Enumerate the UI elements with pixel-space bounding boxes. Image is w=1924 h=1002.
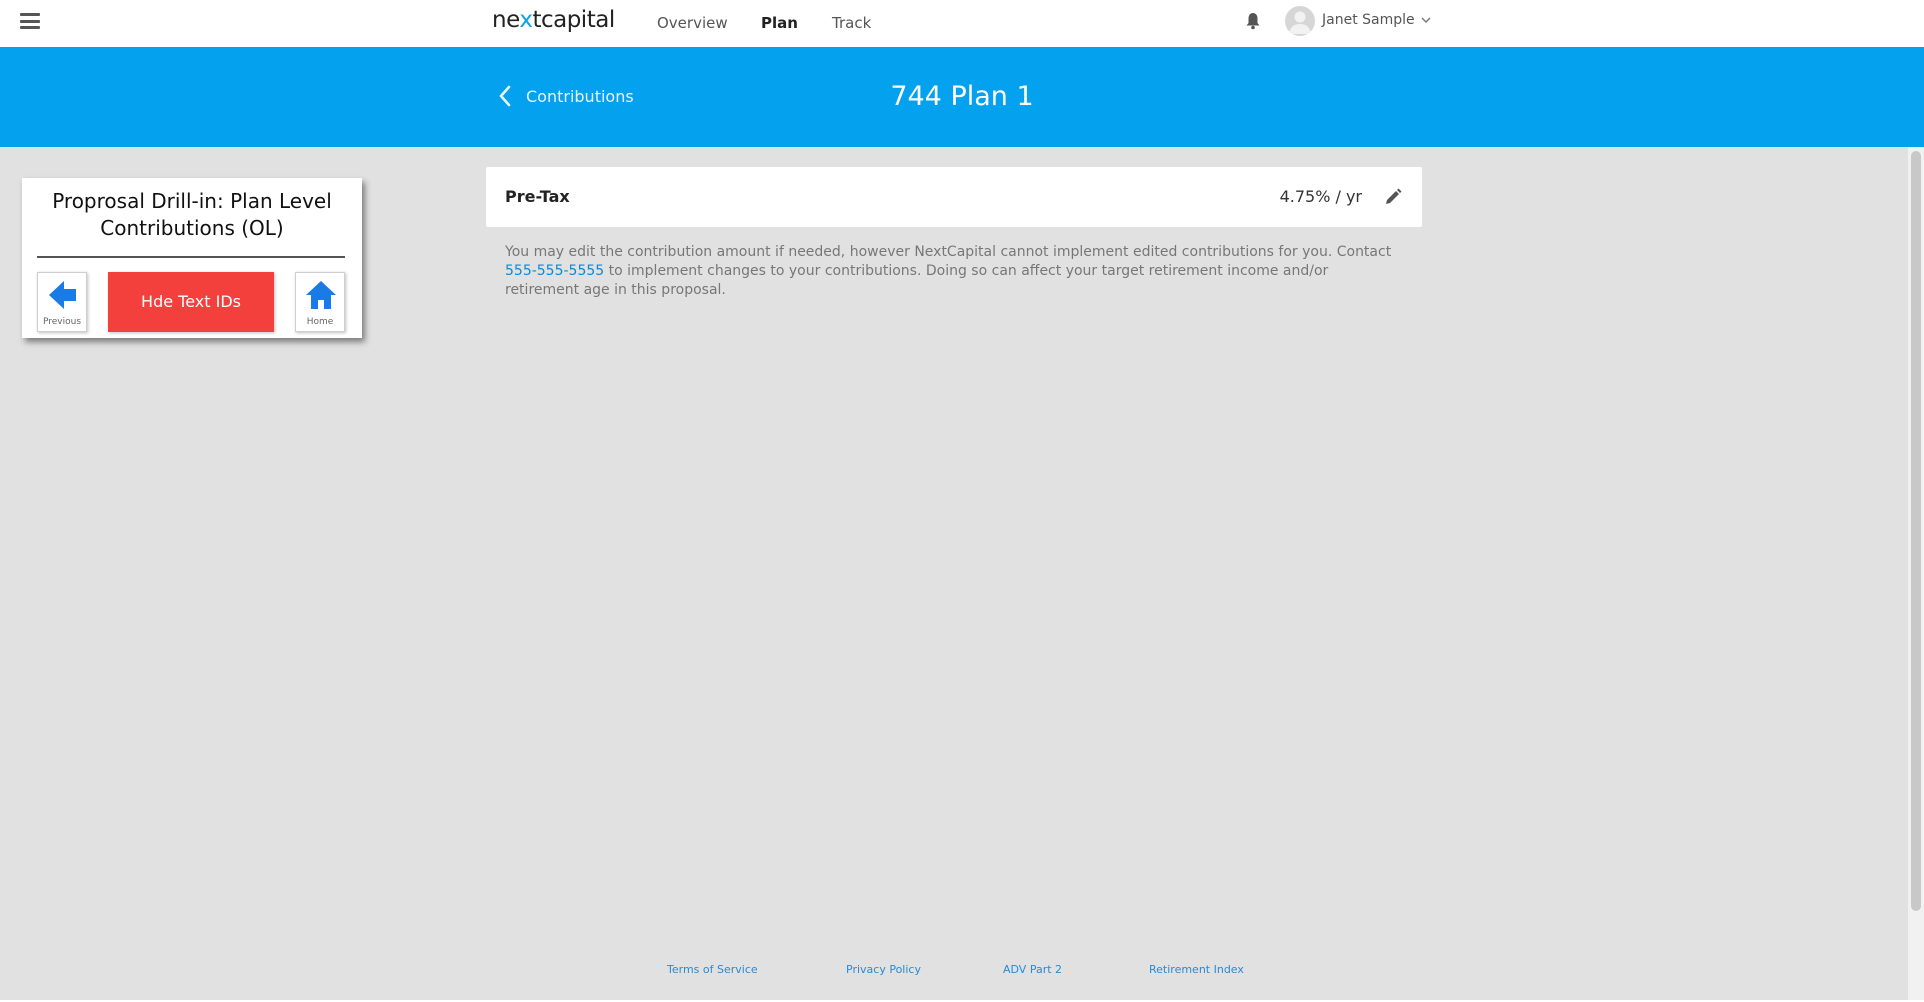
overlay-divider bbox=[37, 256, 345, 258]
disclaimer-text-before: You may edit the contribution amount if … bbox=[505, 244, 1392, 260]
footer-terms-link[interactable]: Terms of Service bbox=[667, 963, 758, 976]
footer-adv-link[interactable]: ADV Part 2 bbox=[1003, 963, 1062, 976]
previous-button-label: Previous bbox=[42, 317, 82, 327]
user-name[interactable]: Janet Sample bbox=[1322, 12, 1415, 28]
scrollbar-thumb[interactable] bbox=[1911, 151, 1921, 911]
home-button-label: Home bbox=[306, 317, 334, 327]
phone-link[interactable]: 555-555-5555 bbox=[505, 263, 604, 279]
home-button[interactable]: Home bbox=[295, 272, 345, 332]
page-header: Contributions 744 Plan 1 bbox=[0, 47, 1924, 147]
footer-privacy-link[interactable]: Privacy Policy bbox=[846, 963, 921, 976]
disclaimer-text-after: to implement changes to your contributio… bbox=[505, 263, 1329, 298]
text-id-overlay-panel: Proprosal Drill-in: Plan Level Contribut… bbox=[22, 178, 362, 338]
page-title: 744 Plan 1 bbox=[890, 81, 1034, 112]
disclaimer-text: You may edit the contribution amount if … bbox=[505, 243, 1405, 300]
contribution-card: Pre-Tax 4.75% / yr bbox=[486, 167, 1422, 227]
bell-icon[interactable] bbox=[1245, 12, 1261, 30]
footer-retirement-index-link[interactable]: Retirement Index bbox=[1149, 963, 1244, 976]
logo[interactable]: nextcapital bbox=[492, 7, 615, 33]
nav-track[interactable]: Track bbox=[832, 14, 871, 32]
nav-overview[interactable]: Overview bbox=[657, 14, 728, 32]
hide-text-ids-button[interactable]: Hde Text IDs bbox=[108, 272, 274, 332]
vertical-scrollbar[interactable] bbox=[1908, 147, 1924, 1000]
avatar-icon[interactable] bbox=[1285, 6, 1315, 36]
overlay-title: Proprosal Drill-in: Plan Level Contribut… bbox=[52, 189, 332, 240]
contribution-type-label: Pre-Tax bbox=[505, 187, 570, 206]
home-icon bbox=[306, 281, 336, 309]
pencil-icon[interactable] bbox=[1384, 188, 1402, 206]
menu-icon[interactable] bbox=[20, 13, 40, 29]
chevron-down-icon[interactable] bbox=[1420, 15, 1432, 25]
contribution-rate-value: 4.75% / yr bbox=[1279, 187, 1362, 206]
nav-plan[interactable]: Plan bbox=[761, 14, 798, 32]
previous-button[interactable]: Previous bbox=[37, 272, 87, 332]
top-nav: nextcapital Overview Plan Track Janet Sa… bbox=[0, 0, 1924, 47]
arrow-left-icon bbox=[49, 281, 76, 309]
